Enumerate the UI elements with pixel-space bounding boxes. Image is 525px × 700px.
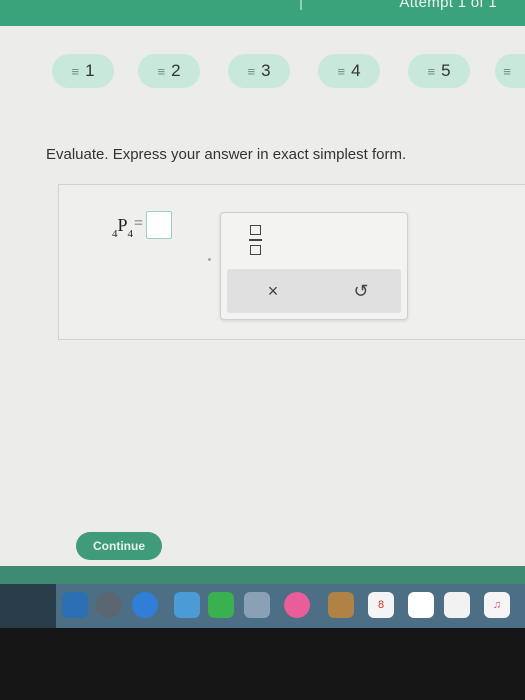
close-icon: × (267, 280, 279, 301)
menu-icon: ≡ (157, 63, 166, 79)
notes-icon[interactable] (328, 592, 354, 618)
question-number: 3 (261, 61, 271, 80)
question-pill-4[interactable]: ≡ 4 (318, 54, 380, 88)
question-number: 5 (441, 61, 451, 80)
question-number: 4 (351, 61, 361, 80)
post-subscript: 4 (127, 228, 134, 240)
facetime-icon[interactable] (208, 592, 234, 618)
clear-button[interactable]: × (253, 277, 293, 305)
attempt-label: Attempt 1 of 1 (399, 0, 497, 11)
browser-screen: Attempt 1 of 1 ≡ 1 ≡ 2 ≡ 3 ≡ 4 ≡ 5 ≡ Eva… (0, 0, 525, 580)
menu-icon: ≡ (71, 63, 80, 79)
question-pill-5[interactable]: ≡ 5 (408, 54, 470, 88)
menu-icon: ≡ (503, 63, 511, 79)
photos-icon[interactable] (284, 592, 310, 618)
calendar-day: 8 (377, 599, 385, 611)
header-bar: Attempt 1 of 1 (0, 0, 525, 26)
math-palette: × ↺ (220, 212, 408, 320)
launchpad-icon[interactable] (96, 592, 122, 618)
denominator-box (249, 245, 261, 255)
question-navigation: ≡ 1 ≡ 2 ≡ 3 ≡ 4 ≡ 5 ≡ (0, 54, 525, 92)
answer-input[interactable] (146, 211, 173, 239)
question-pill-6[interactable]: ≡ (495, 54, 525, 88)
monitor-bezel (0, 628, 525, 700)
finder-icon[interactable] (62, 592, 88, 618)
menu-icon: ≡ (337, 63, 346, 79)
menu-icon: ≡ (427, 63, 436, 79)
notes-app-icon[interactable] (444, 592, 470, 618)
menu-icon: ≡ (247, 63, 256, 79)
macos-dock: 8 ♫ (56, 584, 525, 628)
undo-icon: ↺ (353, 280, 369, 301)
cursor-dot (208, 258, 211, 261)
question-pill-2[interactable]: ≡ 2 (138, 54, 200, 88)
continue-button[interactable]: Continue (76, 532, 162, 560)
dock-left-edge (0, 584, 56, 628)
question-number: 2 (171, 61, 181, 80)
page-footer-strip (0, 566, 525, 584)
fraction-button[interactable] (245, 225, 265, 255)
question-pill-1[interactable]: ≡ 1 (52, 54, 114, 88)
question-prompt: Evaluate. Express your answer in exact s… (46, 146, 407, 163)
palette-action-bar: × ↺ (227, 269, 401, 313)
calendar-icon[interactable]: 8 (368, 592, 394, 618)
people-icon[interactable] (244, 592, 270, 618)
permutation-expression: 4 P 4 = (112, 210, 173, 244)
numerator-box (249, 225, 261, 235)
safari-icon[interactable] (132, 592, 158, 618)
question-pill-3[interactable]: ≡ 3 (228, 54, 290, 88)
photo-icon[interactable] (174, 592, 200, 618)
permutation-symbol: P (117, 215, 128, 235)
reminders-icon[interactable] (408, 592, 434, 618)
music-icon[interactable]: ♫ (484, 592, 510, 618)
equals-sign: = (134, 215, 144, 232)
fraction-bar (248, 239, 262, 241)
undo-button[interactable]: ↺ (341, 277, 381, 305)
question-number: 1 (85, 61, 95, 80)
header-divider (300, 0, 302, 10)
